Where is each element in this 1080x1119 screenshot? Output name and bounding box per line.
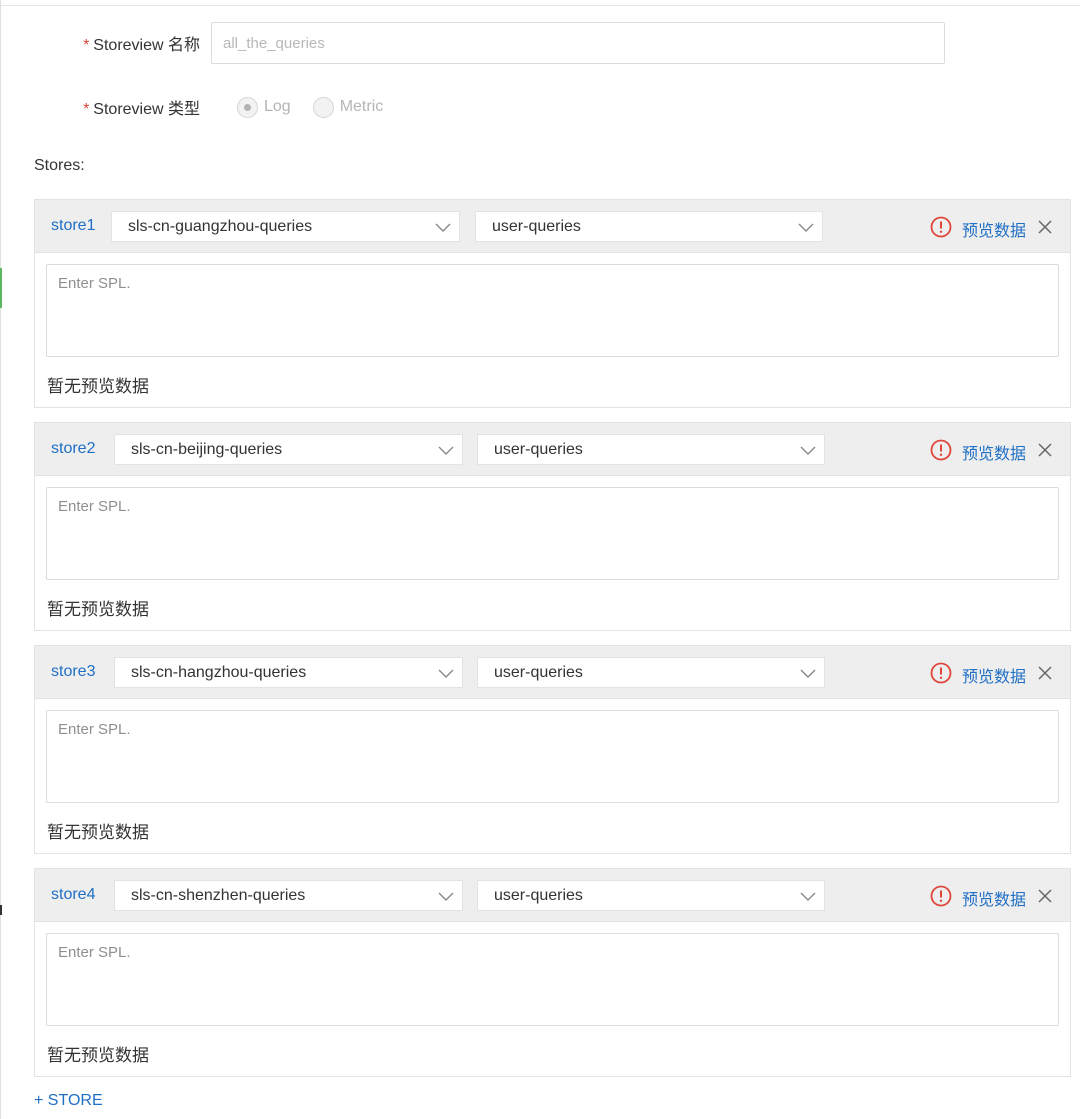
close-icon[interactable] — [1037, 888, 1053, 904]
exclamation-circle-icon — [930, 216, 952, 238]
chevron-down-icon — [800, 446, 816, 455]
storeview-name-row: * Storeview 名称 — [0, 22, 945, 64]
no-preview-text: 暂无预览数据 — [47, 600, 149, 619]
store-name: store1 — [51, 217, 96, 234]
chevron-down-icon — [438, 669, 454, 678]
left-edge-indicator — [0, 268, 2, 308]
chevron-down-icon — [438, 446, 454, 455]
storeview-name-label: * Storeview 名称 — [83, 37, 200, 54]
storeview-type-label: * Storeview 类型 — [83, 101, 200, 118]
store-header: store2 sls-cn-beijing-queries user-queri… — [35, 423, 1070, 476]
logstore-select-value: user-queries — [494, 440, 583, 458]
radio-metric-circle[interactable] — [312, 96, 334, 118]
exclamation-circle-icon — [930, 662, 952, 684]
chevron-down-icon — [800, 892, 816, 901]
store-name: store2 — [51, 440, 96, 457]
no-preview-text: 暂无预览数据 — [47, 823, 149, 842]
store-name: store3 — [51, 663, 96, 680]
storeview-type-row: * Storeview 类型 Log Metric — [0, 96, 405, 118]
logstore-select[interactable]: user-queries — [477, 657, 825, 688]
close-icon[interactable] — [1037, 665, 1053, 681]
preview-data-link[interactable]: 预览数据 — [962, 440, 1026, 464]
required-mark: * — [83, 37, 90, 54]
add-store-button[interactable]: + STORE — [34, 1092, 103, 1110]
project-select[interactable]: sls-cn-guangzhou-queries — [111, 211, 460, 242]
project-select-value: sls-cn-beijing-queries — [131, 440, 283, 458]
store-card-4: store4 sls-cn-shenzhen-queries user-quer… — [34, 868, 1071, 1077]
spl-input[interactable] — [46, 264, 1059, 357]
logstore-select-value: user-queries — [492, 217, 581, 235]
project-select[interactable]: sls-cn-shenzhen-queries — [114, 880, 463, 911]
storeview-name-input[interactable] — [211, 22, 945, 64]
spl-input[interactable] — [46, 933, 1059, 1026]
spl-input[interactable] — [46, 487, 1059, 580]
logstore-select-value: user-queries — [494, 663, 583, 681]
storeview-type-radio-group: Log Metric — [237, 96, 405, 118]
radio-log[interactable]: Log — [237, 96, 291, 118]
top-divider — [0, 5, 1080, 6]
no-preview-text: 暂无预览数据 — [47, 377, 149, 396]
radio-log-label: Log — [264, 98, 291, 115]
left-edge-border — [0, 0, 1, 1119]
logstore-select-value: user-queries — [494, 886, 583, 904]
store-header: store4 sls-cn-shenzhen-queries user-quer… — [35, 869, 1070, 922]
chevron-down-icon — [800, 669, 816, 678]
project-select-value: sls-cn-shenzhen-queries — [131, 886, 306, 904]
close-icon[interactable] — [1037, 219, 1053, 235]
chevron-down-icon — [435, 223, 451, 232]
logstore-select[interactable]: user-queries — [477, 434, 825, 465]
radio-metric-label: Metric — [339, 98, 384, 115]
left-edge-mark — [0, 905, 2, 915]
store-name: store4 — [51, 886, 96, 903]
store-card-3: store3 sls-cn-hangzhou-queries user-quer… — [34, 645, 1071, 854]
radio-metric[interactable]: Metric — [312, 96, 384, 118]
radio-log-circle[interactable] — [237, 96, 258, 118]
logstore-select[interactable]: user-queries — [477, 880, 825, 911]
exclamation-circle-icon — [930, 885, 952, 907]
project-select-value: sls-cn-guangzhou-queries — [128, 217, 313, 235]
close-icon[interactable] — [1037, 442, 1053, 458]
spl-input[interactable] — [46, 710, 1059, 803]
store-header: store3 sls-cn-hangzhou-queries user-quer… — [35, 646, 1070, 699]
store-card-2: store2 sls-cn-beijing-queries user-queri… — [34, 422, 1071, 631]
preview-data-link[interactable]: 预览数据 — [962, 663, 1026, 687]
chevron-down-icon — [438, 892, 454, 901]
required-mark: * — [83, 101, 90, 118]
no-preview-text: 暂无预览数据 — [47, 1046, 149, 1065]
project-select[interactable]: sls-cn-hangzhou-queries — [114, 657, 463, 688]
store-header: store1 sls-cn-guangzhou-queries user-que… — [35, 200, 1070, 253]
preview-data-link[interactable]: 预览数据 — [962, 217, 1026, 241]
store-card-1: store1 sls-cn-guangzhou-queries user-que… — [34, 199, 1071, 408]
project-select-value: sls-cn-hangzhou-queries — [131, 663, 307, 681]
preview-data-link[interactable]: 预览数据 — [962, 886, 1026, 910]
chevron-down-icon — [798, 223, 814, 232]
exclamation-circle-icon — [930, 439, 952, 461]
stores-section-title: Stores: — [34, 157, 85, 174]
logstore-select[interactable]: user-queries — [475, 211, 823, 242]
project-select[interactable]: sls-cn-beijing-queries — [114, 434, 463, 465]
